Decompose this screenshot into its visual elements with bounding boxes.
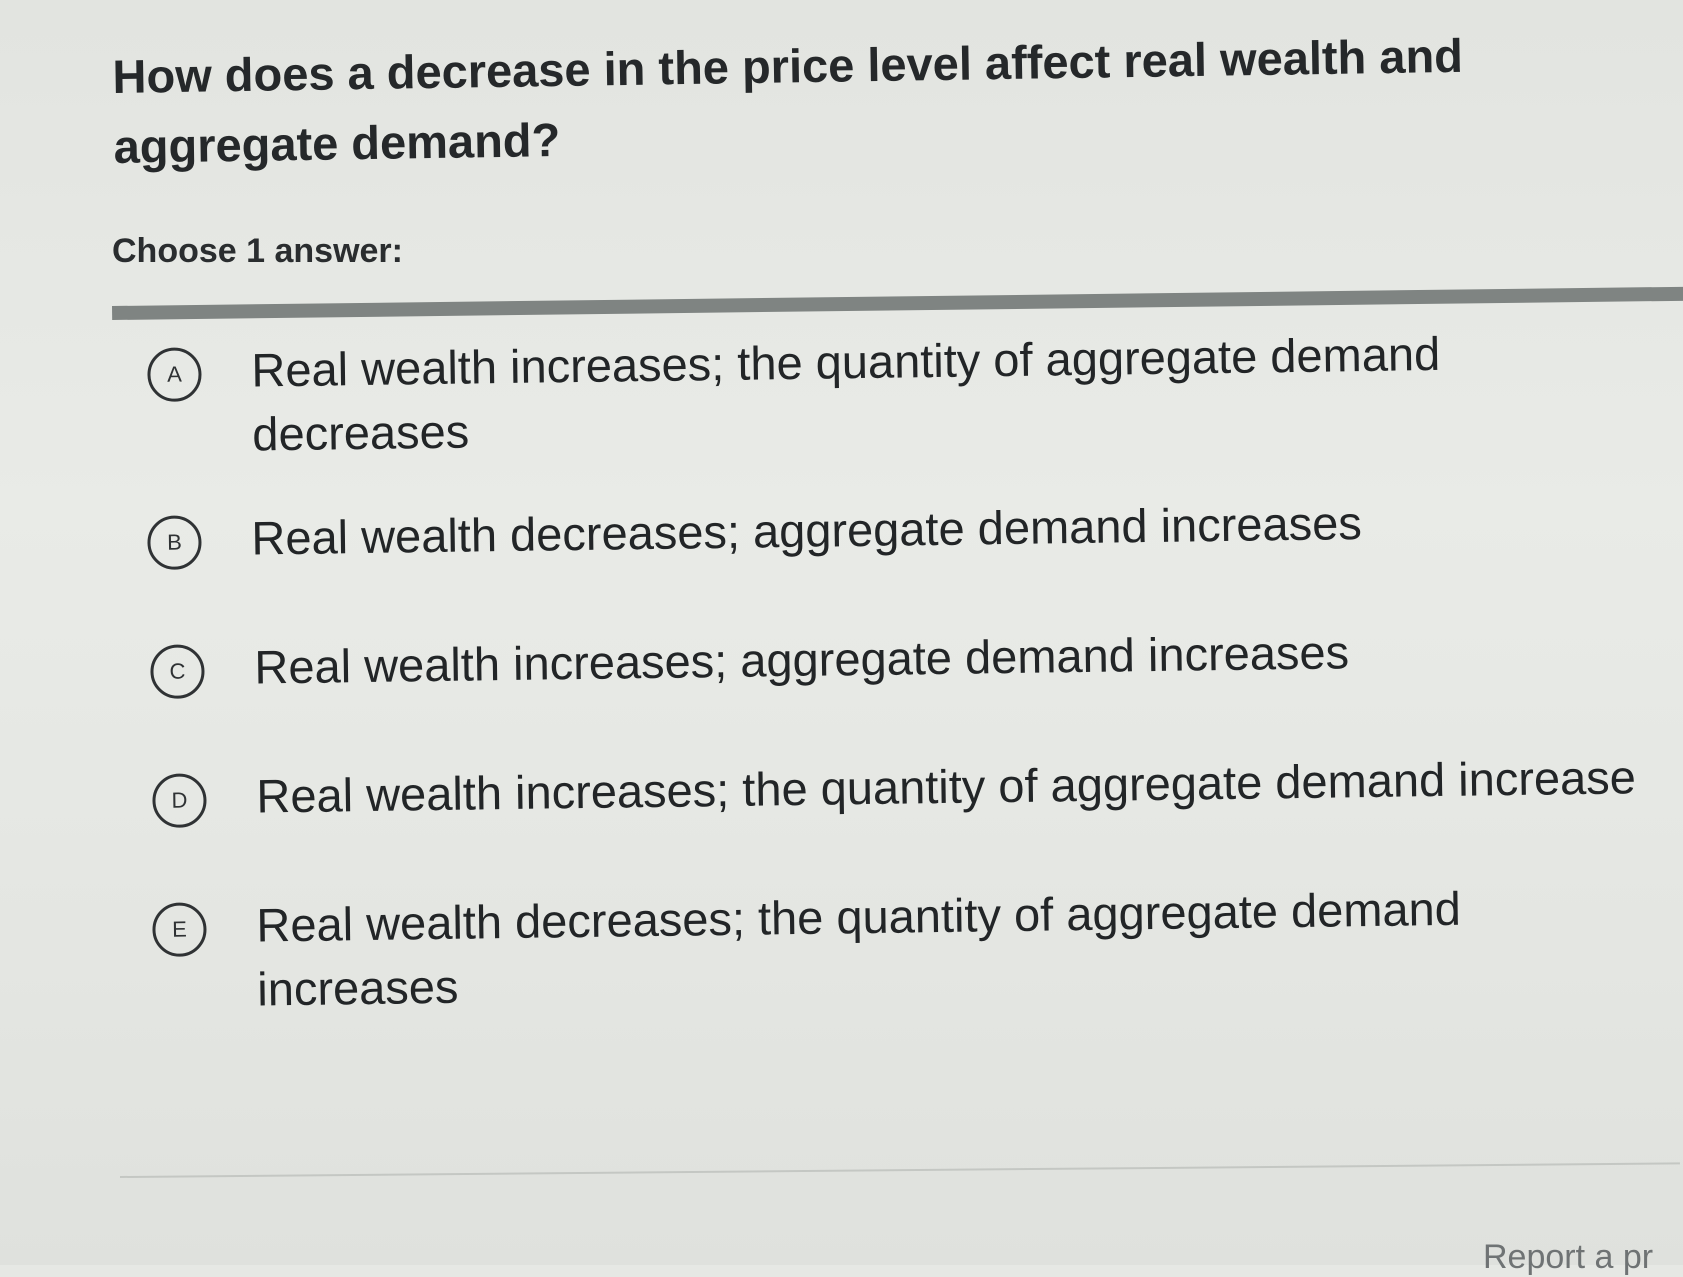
option-a-text: Real wealth increases; the quantity of a… xyxy=(251,326,1441,461)
report-problem-link[interactable]: Report a pr xyxy=(1483,1238,1653,1277)
option-d-text: Real wealth increases; the quantity of a… xyxy=(256,750,1637,823)
answer-option-a[interactable]: A Real wealth increases; the quantity of… xyxy=(147,321,1513,468)
answer-option-b[interactable]: B Real wealth decreases; aggregate deman… xyxy=(147,489,1512,572)
option-b-letter: B xyxy=(166,529,182,555)
option-a-letter: A xyxy=(166,361,182,387)
answer-option-d[interactable]: D Real wealth increases; the quantity of… xyxy=(152,744,1683,830)
option-c-letter: C xyxy=(169,658,186,684)
question-title: How does a decrease in the price level a… xyxy=(112,28,1464,173)
option-d-radio[interactable]: D xyxy=(152,773,207,828)
answer-option-e[interactable]: E Real wealth decreases; the quantity of… xyxy=(152,876,1518,1023)
option-e-letter: E xyxy=(171,916,187,942)
option-e-text: Real wealth decreases; the quantity of a… xyxy=(256,881,1462,1016)
options-divider xyxy=(112,286,1683,320)
answer-option-c[interactable]: C Real wealth increases; aggregate deman… xyxy=(150,618,1515,701)
option-a-radio[interactable]: A xyxy=(147,347,202,402)
question-screen: How does a decrease in the price level a… xyxy=(0,0,1683,1276)
option-d-letter: D xyxy=(171,787,188,813)
footer-divider xyxy=(120,1162,1680,1178)
option-b-radio[interactable]: B xyxy=(147,515,202,570)
option-b-text: Real wealth decreases; aggregate demand … xyxy=(251,496,1363,565)
choose-prompt: Choose 1 answer: xyxy=(112,232,403,270)
option-c-text: Real wealth increases; aggregate demand … xyxy=(254,625,1350,694)
option-c-radio[interactable]: C xyxy=(150,644,205,699)
option-e-radio[interactable]: E xyxy=(152,902,207,957)
